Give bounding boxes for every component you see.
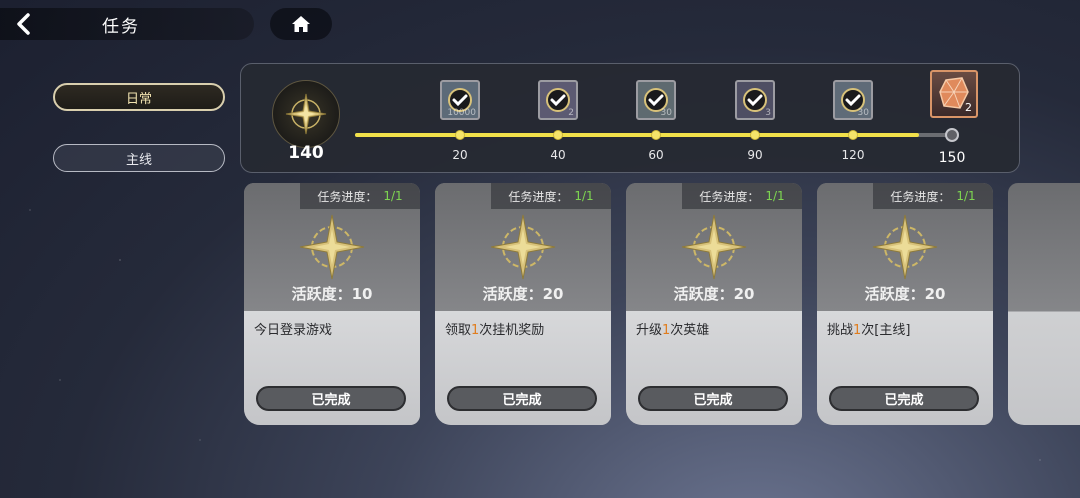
- task-progress-label: 任务进度：: [699, 189, 760, 204]
- compass-emblem-icon: [678, 211, 750, 287]
- page-title: 任务: [102, 16, 140, 37]
- task-progress-value: 1/1: [956, 189, 976, 203]
- claimed-check-icon: [743, 88, 767, 112]
- task-desc-text: 次挂机奖励: [479, 323, 545, 338]
- task-card[interactable]: 任务进度： 1/1 活跃度：20 升级1次英雄已完成: [626, 183, 802, 425]
- milestone-label: 120: [841, 148, 865, 162]
- task-card[interactable]: 任务进度： 1/1 活跃度：20 挑战1次[主线] 已完成: [817, 183, 993, 425]
- milestone-reward-1[interactable]: 10000: [440, 80, 480, 120]
- milestone-node: [651, 130, 661, 140]
- task-desc-text: 领取: [445, 323, 472, 338]
- milestone-node: [750, 130, 760, 140]
- milestone-reward-4[interactable]: 3: [735, 80, 775, 120]
- task-activity-points: 活跃度：20: [482, 285, 564, 303]
- task-card-partial[interactable]: [1008, 183, 1080, 425]
- task-activity-points: 活跃度：20: [864, 285, 946, 303]
- reward-count: 2: [965, 101, 972, 114]
- milestone-node: [553, 130, 563, 140]
- task-progress-label: 任务进度：: [508, 189, 569, 204]
- task-progress-value: 1/1: [574, 189, 594, 203]
- compass-emblem-icon: [487, 211, 559, 287]
- task-progress: 任务进度： 1/1: [682, 183, 802, 209]
- final-reward-chest[interactable]: 2: [930, 70, 978, 118]
- task-description: 升级1次英雄: [636, 319, 709, 338]
- task-completed-button[interactable]: 已完成: [256, 386, 406, 411]
- task-activity-points: 活跃度：10: [291, 285, 373, 303]
- task-progress-label: 任务进度：: [317, 189, 378, 204]
- task-desc-text: 挑战: [827, 323, 854, 338]
- task-card[interactable]: 任务进度： 1/1 活跃度：10 今日登录游戏已完成: [244, 183, 420, 425]
- activity-progress-panel: [240, 63, 1020, 173]
- top-bar: 任务: [0, 8, 254, 40]
- home-button[interactable]: [270, 8, 332, 40]
- milestone-label: 60: [648, 148, 664, 162]
- home-icon: [292, 16, 310, 32]
- reward-count: 30: [660, 108, 672, 118]
- task-progress-label: 任务进度：: [890, 189, 951, 204]
- back-button[interactable]: [0, 8, 48, 40]
- milestone-reward-5[interactable]: 30: [833, 80, 873, 120]
- milestone-node: [455, 130, 465, 140]
- tab-main-story[interactable]: 主线: [53, 144, 225, 172]
- task-desc-text: 次英雄: [670, 323, 710, 338]
- milestone-reward-3[interactable]: 30: [636, 80, 676, 120]
- task-progress-value: 1/1: [765, 189, 785, 203]
- milestone-label: 20: [452, 148, 468, 162]
- task-card[interactable]: 任务进度： 1/1 活跃度：20 领取1次挂机奖励已完成: [435, 183, 611, 425]
- task-desc-text: 今日登录游戏: [254, 323, 333, 338]
- milestone-node: [848, 130, 858, 140]
- task-progress: 任务进度： 1/1: [491, 183, 611, 209]
- task-progress: 任务进度： 1/1: [300, 183, 420, 209]
- task-progress: 任务进度： 1/1: [873, 183, 993, 209]
- task-progress-value: 1/1: [383, 189, 403, 203]
- task-completed-button[interactable]: 已完成: [638, 386, 788, 411]
- task-description: 领取1次挂机奖励: [445, 319, 544, 338]
- task-activity-points: 活跃度：20: [673, 285, 755, 303]
- reward-count: 2: [568, 108, 574, 118]
- task-desc-text: 升级: [636, 323, 663, 338]
- reward-count: 30: [857, 108, 869, 118]
- milestone-node: [945, 128, 959, 142]
- milestone-reward-2[interactable]: 2: [538, 80, 578, 120]
- compass-emblem-icon: [869, 211, 941, 287]
- activity-compass-icon: [272, 80, 340, 148]
- task-completed-button[interactable]: 已完成: [447, 386, 597, 411]
- tab-daily[interactable]: 日常: [53, 83, 225, 111]
- activity-progress-fill: [355, 133, 919, 137]
- task-desc-text: 次[主线]: [861, 323, 911, 338]
- activity-points-total: 140: [288, 143, 324, 163]
- task-description: 今日登录游戏: [254, 319, 332, 338]
- task-completed-button[interactable]: 已完成: [829, 386, 979, 411]
- compass-emblem-icon: [296, 211, 368, 287]
- reward-count: 10000: [447, 108, 476, 118]
- milestone-label: 40: [550, 148, 566, 162]
- milestone-label: 150: [938, 150, 966, 166]
- reward-count: 3: [765, 108, 771, 118]
- milestone-label: 90: [747, 148, 763, 162]
- task-description: 挑战1次[主线]: [827, 319, 910, 338]
- chevron-left-icon: [17, 13, 30, 35]
- claimed-check-icon: [546, 88, 570, 112]
